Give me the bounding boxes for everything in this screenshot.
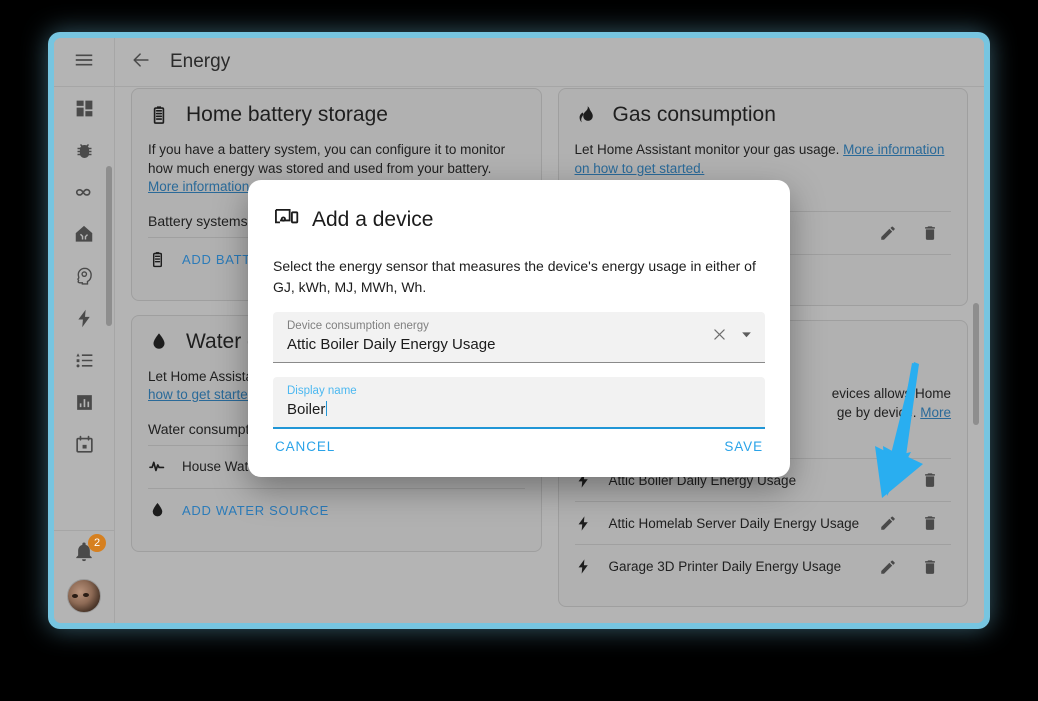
dialog-description: Select the energy sensor that measures t… <box>273 258 756 295</box>
dialog-actions: CANCEL SAVE <box>273 415 765 477</box>
field-adornments <box>711 326 753 348</box>
field-label: Display name <box>287 385 357 397</box>
close-x-icon[interactable] <box>711 326 728 348</box>
chevron-down-icon[interactable] <box>740 328 753 346</box>
add-device-dialog: Add a device Select the energy sensor th… <box>248 180 790 477</box>
field-label: Device consumption energy <box>287 320 429 332</box>
devices-icon <box>273 204 300 236</box>
dialog-title: Add a device <box>312 208 434 231</box>
device-consumption-energy-field[interactable]: Device consumption energy Attic Boiler D… <box>273 312 765 363</box>
dialog-header: Add a device <box>273 204 765 236</box>
cancel-button[interactable]: CANCEL <box>273 433 337 460</box>
field-spacer <box>273 363 765 377</box>
save-button[interactable]: SAVE <box>722 433 765 460</box>
field-value: Attic Boiler Daily Energy Usage <box>287 336 496 353</box>
text-cursor <box>326 401 328 416</box>
